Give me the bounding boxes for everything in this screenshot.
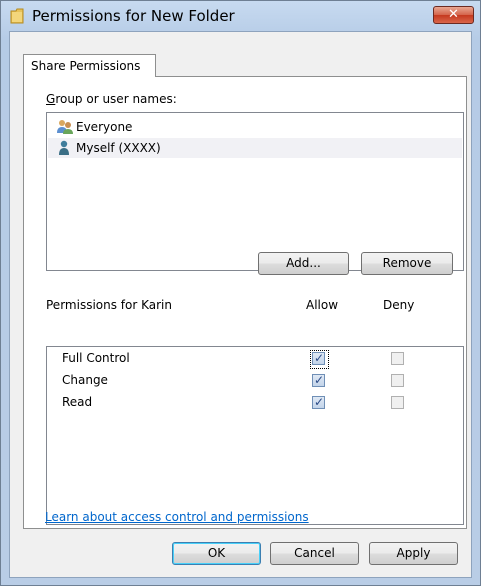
- permission-name: Full Control: [62, 351, 130, 365]
- allow-full-control-checkbox[interactable]: [312, 351, 325, 365]
- deny-header: Deny: [383, 298, 415, 312]
- window-title: Permissions for New Folder: [32, 7, 235, 25]
- dialog-window: Permissions for New Folder ✕ Share Permi…: [0, 0, 481, 586]
- remove-button[interactable]: Remove: [361, 252, 453, 275]
- permission-name: Read: [62, 395, 93, 409]
- deny-full-control-checkbox[interactable]: [391, 352, 404, 365]
- user-icon: [59, 140, 69, 155]
- close-icon: ✕: [448, 7, 459, 22]
- list-item[interactable]: Everyone: [48, 117, 462, 137]
- deny-change-checkbox[interactable]: [391, 374, 404, 387]
- cancel-button[interactable]: Cancel: [270, 542, 359, 565]
- list-item-label: Everyone: [76, 120, 133, 134]
- title-bar[interactable]: Permissions for New Folder ✕: [1, 1, 480, 31]
- users-group-icon: [57, 120, 73, 134]
- deny-read-checkbox[interactable]: [391, 396, 404, 409]
- list-item[interactable]: Myself (XXXX): [48, 138, 462, 158]
- group-list[interactable]: Everyone Myself (XXXX): [46, 112, 464, 271]
- allow-header: Allow: [306, 298, 339, 312]
- groups-label: Group or user names:: [46, 92, 177, 106]
- allow-change-checkbox[interactable]: [312, 373, 325, 387]
- tab-label: Share Permissions: [31, 59, 141, 73]
- tab-share-permissions[interactable]: Share Permissions: [23, 54, 156, 77]
- permissions-list: Full Control Change Read: [46, 346, 464, 525]
- folder-icon: [10, 8, 24, 24]
- client-area: Share Permissions Group or user names: E…: [9, 31, 472, 578]
- permission-row: Read: [47, 391, 463, 413]
- allow-read-checkbox[interactable]: [312, 395, 325, 409]
- access-control-help-link[interactable]: Learn about access control and permissio…: [45, 510, 309, 524]
- apply-button[interactable]: Apply: [369, 542, 458, 565]
- permission-name: Change: [62, 373, 108, 387]
- list-item-label: Myself (XXXX): [76, 141, 161, 155]
- ok-button[interactable]: OK: [172, 542, 261, 565]
- permission-row: Full Control: [47, 347, 463, 369]
- permission-row: Change: [47, 369, 463, 391]
- add-button[interactable]: Add...: [258, 252, 349, 275]
- close-button[interactable]: ✕: [433, 6, 474, 24]
- permissions-label: Permissions for Karin: [46, 298, 172, 312]
